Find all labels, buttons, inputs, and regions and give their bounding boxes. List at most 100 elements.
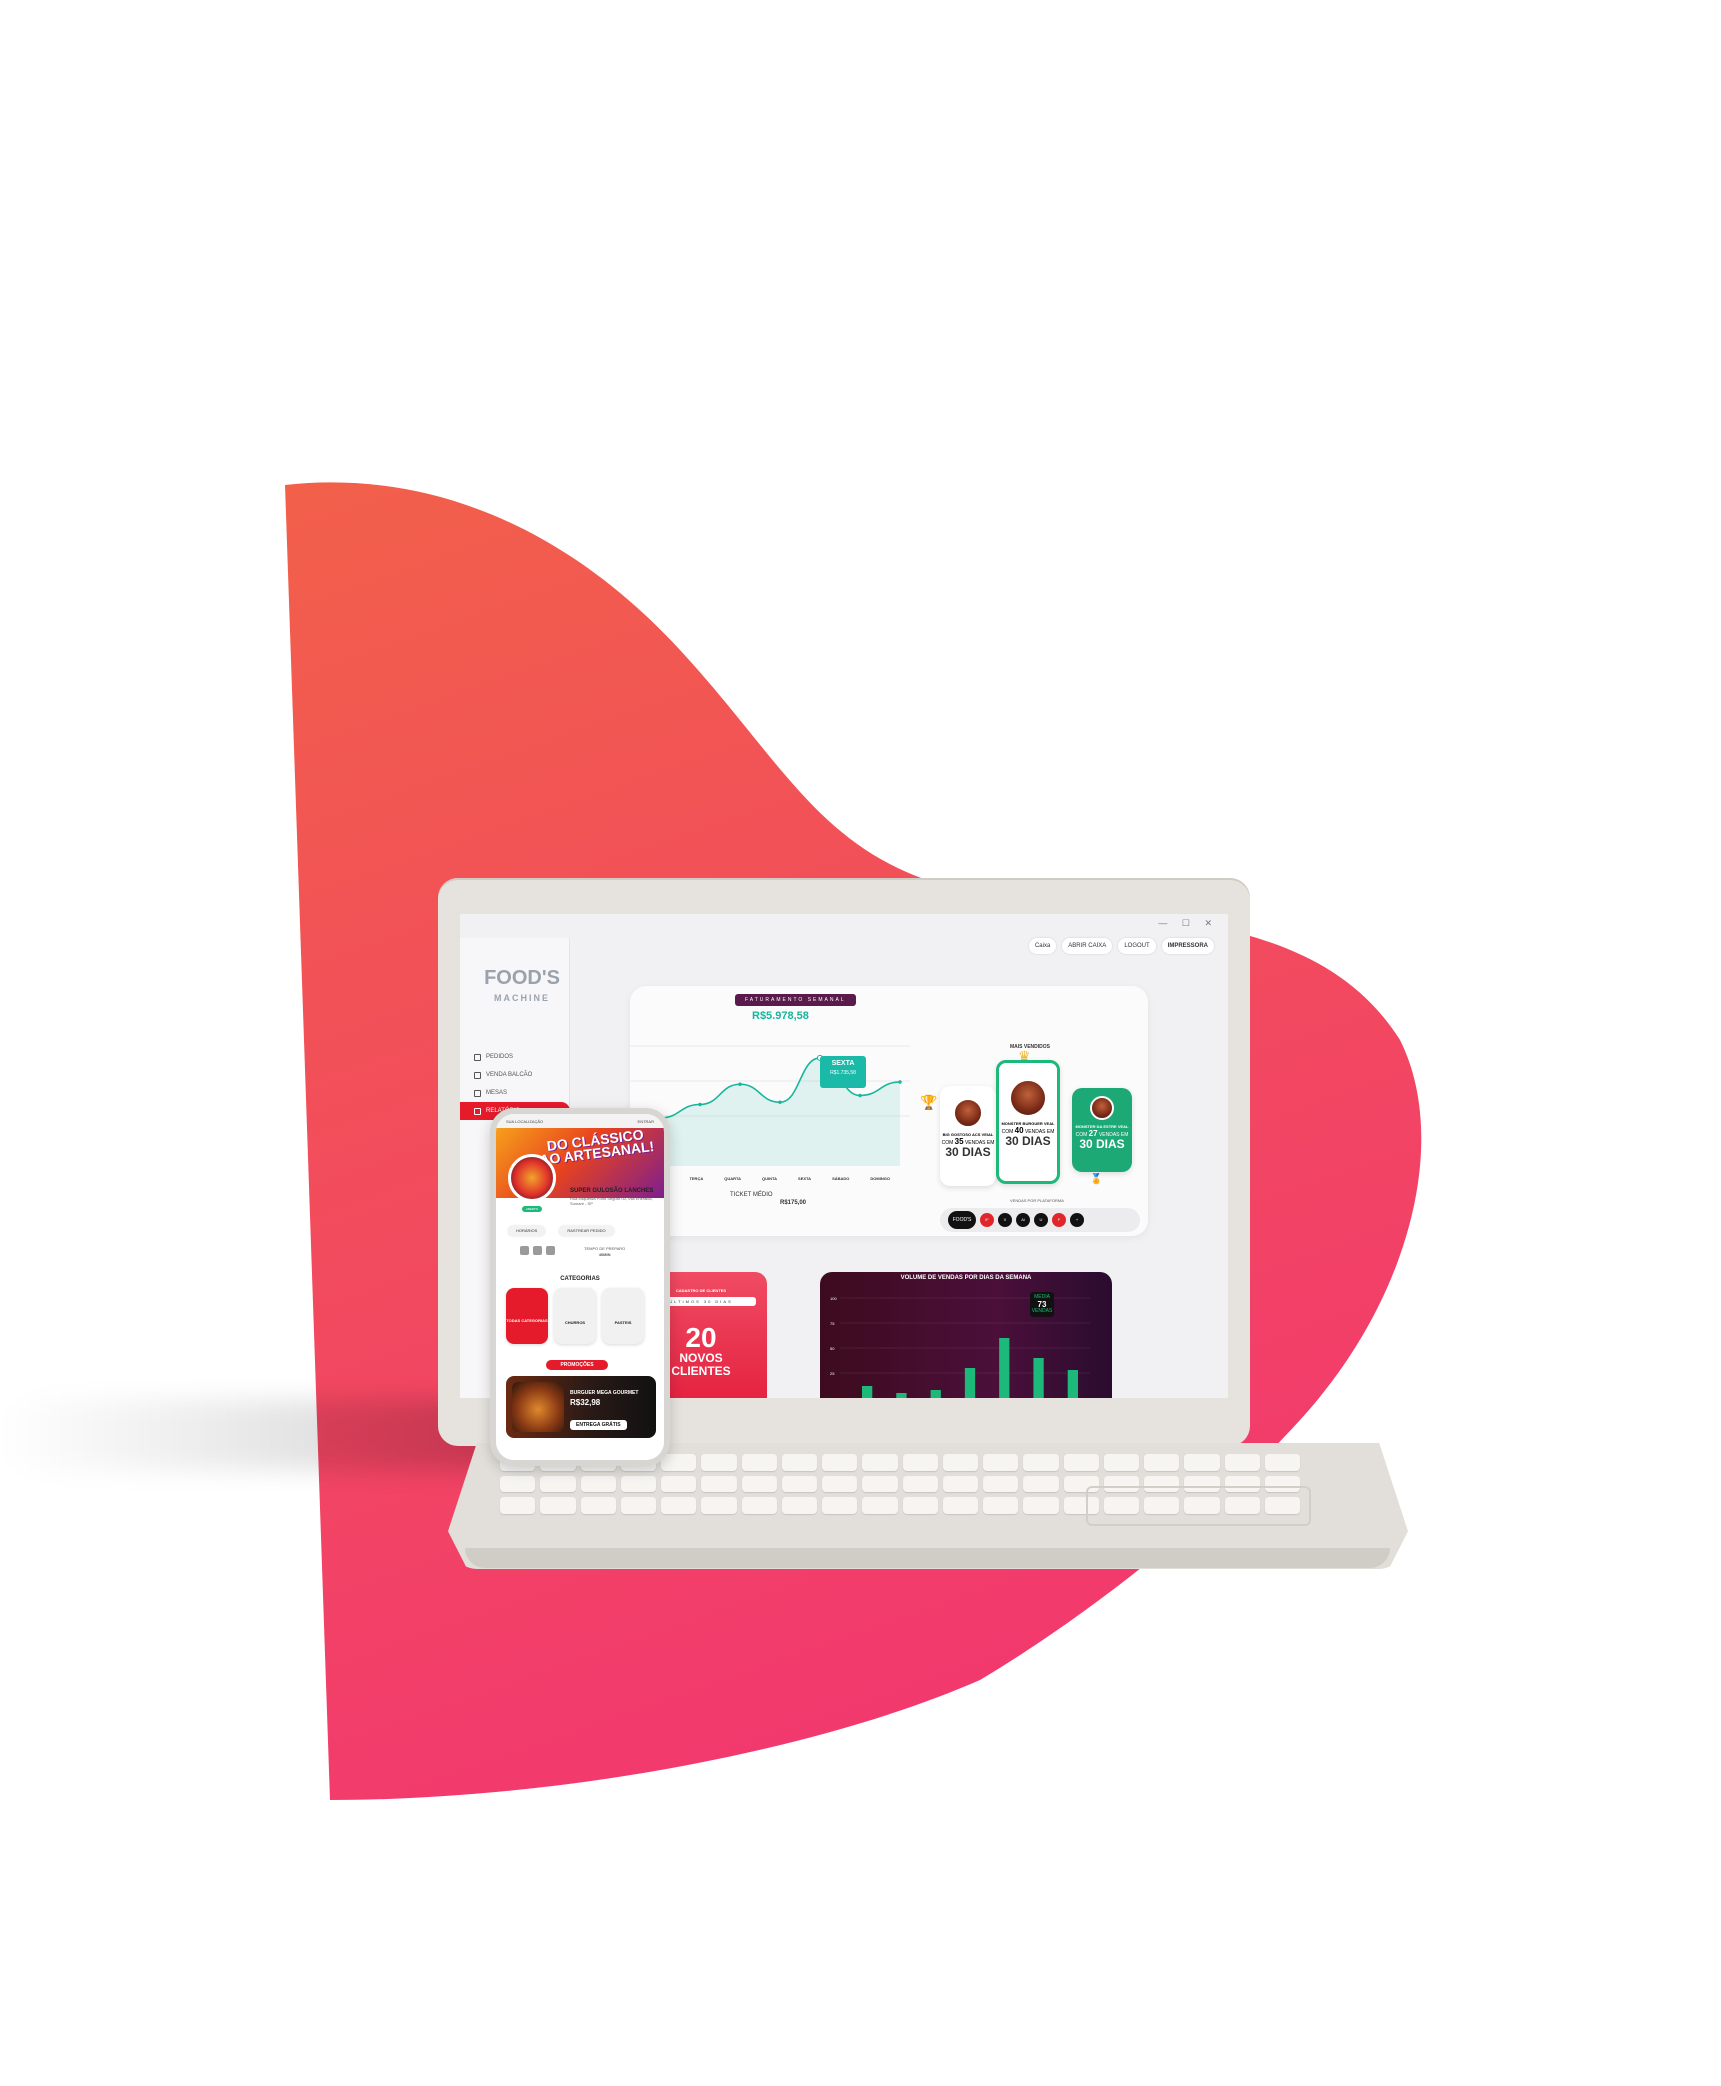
phone-actions: HORÁRIOS RASTREAR PEDIDO (508, 1226, 614, 1236)
rastrear-pedido-button[interactable]: RASTREAR PEDIDO (559, 1226, 614, 1236)
whatsapp-icon[interactable] (520, 1246, 529, 1255)
product-period: 30 DIAS (945, 1145, 991, 1159)
product-card-2[interactable]: MONSTER BURGUER VEAL COM 40 VENDAS EM 30… (996, 1060, 1060, 1184)
sidebar-item-label: PEDIDOS (486, 1054, 514, 1060)
keyboard-key (1224, 1454, 1260, 1471)
plataformas-label: VENDAS POR PLATAFORMA (1010, 1198, 1064, 1203)
keyboard-key (1023, 1454, 1059, 1471)
chart-bar[interactable] (862, 1386, 873, 1398)
window-titlebar: — ☐ ✕ (460, 914, 1228, 934)
keyboard-key (822, 1497, 858, 1514)
platform-ai[interactable]: Ai (1016, 1213, 1030, 1227)
chart-bar[interactable] (930, 1390, 941, 1398)
window-controls[interactable]: — ☐ ✕ (1158, 918, 1218, 929)
chart-bar[interactable] (999, 1338, 1010, 1398)
store-name: SUPER GULOSÃO LANCHES (570, 1188, 654, 1194)
keyboard-key (781, 1454, 817, 1471)
platform-u[interactable]: U (1034, 1213, 1048, 1227)
chart-y-tick: 25 (830, 1371, 835, 1376)
chart-point[interactable] (858, 1093, 862, 1098)
laptop-touchpad (1086, 1486, 1311, 1526)
keyboard-key (902, 1454, 938, 1471)
sidebar-item-venda-balcao[interactable]: VENDA BALCÃO (470, 1066, 570, 1084)
category-churros[interactable]: CHURROS (554, 1288, 596, 1344)
chart-x-tick: QUARTA (724, 1176, 742, 1181)
keyboard-key (983, 1475, 1019, 1493)
chart-bar[interactable] (1067, 1370, 1078, 1398)
chart-point[interactable] (778, 1100, 782, 1104)
social-links (520, 1246, 555, 1255)
counter-icon (474, 1071, 481, 1079)
banner-text: DO CLÁSSICO AO ARTESANAL! (538, 1128, 655, 1168)
store-logo (508, 1154, 556, 1202)
mockup-stage: — ☐ ✕ Caixa ABRIR CAIXA LOGOUT IMPRESSOR… (0, 0, 1721, 2086)
trophy-icon: 🏆 (920, 1094, 938, 1110)
phone-device: SUA LOCALIZAÇÃO ENTRAR DO CLÁSSICO AO AR… (490, 1108, 670, 1466)
location-label[interactable]: SUA LOCALIZAÇÃO (506, 1119, 543, 1124)
highlight-value: R$1.735,58 (830, 1070, 856, 1076)
product-card-3[interactable]: MONSTER DA ESTRE VEAL COM 27 VENDAS EM 3… (1072, 1088, 1132, 1172)
chart-x-tick: DOMINGO (870, 1176, 890, 1181)
keyboard-key (942, 1454, 978, 1471)
categorias-list: TODAS CATEGORIAS CHURROS PASTEIS (506, 1288, 644, 1344)
platform-x[interactable]: X (998, 1213, 1012, 1227)
keyboard-key (661, 1454, 697, 1471)
promocoes-label: PROMOÇÕES (546, 1360, 608, 1370)
entrega-gratis-badge: ENTREGA GRÁTIS (570, 1420, 627, 1430)
chart-point[interactable] (898, 1080, 902, 1084)
vendas-semana-card: VOLUME DE VENDAS POR DIAS DA SEMANA 25 50… (820, 1272, 1112, 1398)
category-todas[interactable]: TODAS CATEGORIAS (506, 1288, 548, 1344)
keyboard-key (661, 1497, 697, 1514)
logout-button[interactable]: LOGOUT (1118, 938, 1156, 954)
chart-point[interactable] (698, 1102, 702, 1107)
faturamento-panel: FATURAMENTO SEMANAL R$5.978,58 SEXTA R$1… (630, 986, 1148, 1236)
tempo-value: 40MIN (598, 1252, 611, 1257)
chart-x-tick: TERÇA (689, 1176, 704, 1181)
keyboard-key (822, 1454, 858, 1471)
keyboard-key (580, 1475, 616, 1493)
impressora-button[interactable]: IMPRESSORA (1161, 938, 1214, 954)
platform-ifood[interactable]: iF (980, 1213, 994, 1227)
chart-x-tick: SEXTA (798, 1176, 812, 1181)
keyboard-key (701, 1497, 737, 1514)
horarios-button[interactable]: HORÁRIOS (508, 1226, 546, 1236)
burger-image (1090, 1096, 1114, 1120)
chart-bar[interactable] (1033, 1358, 1044, 1398)
keyboard-key (983, 1497, 1019, 1514)
abrir-caixa-button[interactable]: ABRIR CAIXA (1062, 938, 1113, 954)
platform-plus[interactable]: + (1070, 1213, 1084, 1227)
sidebar-item-mesas[interactable]: MESAS (470, 1084, 570, 1102)
sidebar-item-pedidos[interactable]: PEDIDOS (470, 1048, 570, 1066)
sidebar-item-label: VENDA BALCÃO (486, 1072, 533, 1078)
keyboard-key (661, 1475, 697, 1493)
tempo-preparo: TEMPO DE PREPARO 40MIN (584, 1246, 625, 1258)
promo-offer-card[interactable]: BURGUER MEGA GOURMET R$32,98 ENTREGA GRÁ… (506, 1376, 656, 1438)
keyboard-key (580, 1497, 616, 1514)
chart-y-tick: 100 (830, 1296, 837, 1301)
product-card-1[interactable]: BIG GOSTOSO ACS VEIAL COM 35 VENDAS EM 3… (940, 1086, 996, 1186)
keyboard-key (500, 1475, 536, 1493)
platform-foods[interactable]: FOOD'S (948, 1211, 976, 1229)
mais-vendidos-section: MAIS VENDIDOS 🏆 BIG GOSTOSO ACS VEIAL CO… (920, 1040, 1140, 1200)
chart-point[interactable] (738, 1082, 742, 1086)
keyboard-key (620, 1475, 656, 1493)
keyboard-key (862, 1497, 898, 1514)
categorias-title: CATEGORIAS (560, 1276, 600, 1282)
media-value: 73 (1037, 1300, 1047, 1309)
keyboard-key (902, 1497, 938, 1514)
keyboard-key (741, 1475, 777, 1493)
instagram-icon[interactable] (533, 1246, 542, 1255)
plataformas-bar: FOOD'S iF X Ai U F + (940, 1208, 1140, 1232)
faturamento-line-chart (630, 1045, 910, 1166)
store-address: Rua Esquerda Porto Seguro 00, Vila Enera… (570, 1196, 653, 1206)
chart-bar[interactable] (964, 1368, 976, 1398)
media-badge: MÉDIA 73 VENDAS (1030, 1292, 1054, 1317)
category-pasteis[interactable]: PASTEIS (602, 1288, 644, 1344)
caixa-button[interactable]: Caixa (1028, 938, 1057, 954)
facebook-icon[interactable] (546, 1246, 555, 1255)
chart-bar[interactable] (896, 1393, 907, 1398)
platform-f[interactable]: F (1052, 1213, 1066, 1227)
keyboard-key (540, 1497, 576, 1514)
day-axis: SEGTERÇAQUARTAQUINTASEXTASÁBADODOMINGO (660, 1176, 890, 1181)
login-link[interactable]: ENTRAR (638, 1119, 654, 1124)
